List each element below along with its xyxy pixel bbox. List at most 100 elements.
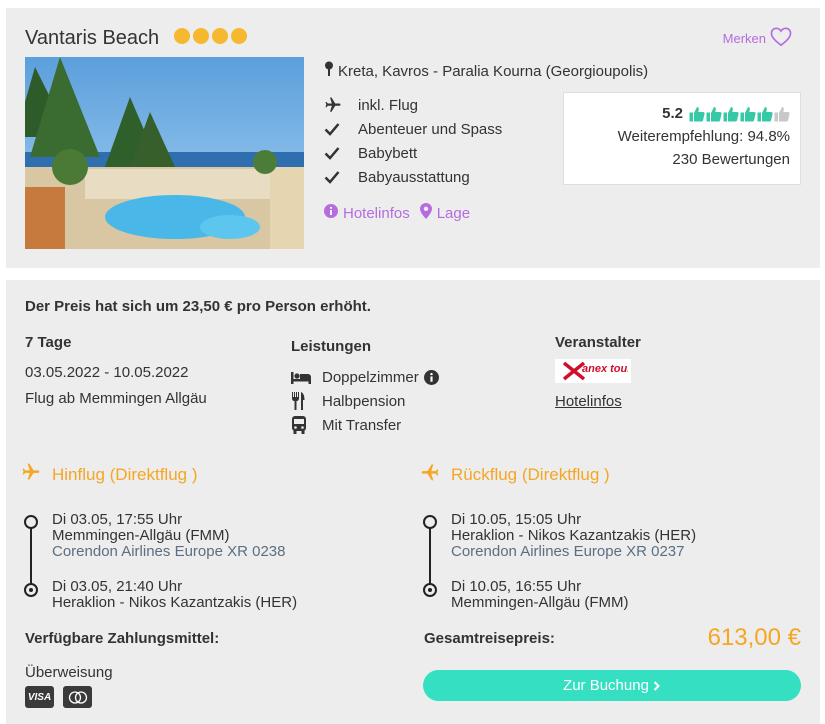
operator-section: Veranstalter anex tour Hotelinfos bbox=[555, 334, 641, 410]
mastercard-icon bbox=[63, 686, 92, 708]
timeline-line bbox=[429, 522, 431, 590]
lage-label: Lage bbox=[436, 204, 471, 222]
payment-heading: Verfügbare Zahlungsmittel: bbox=[25, 630, 220, 647]
dep-airport: Memmingen-Allgäu (FMM) bbox=[52, 527, 230, 544]
location-text: Kreta, Kavros - Paralia Kourna (Georgiou… bbox=[338, 62, 649, 80]
trip-departure: Flug ab Memmingen Allgäu bbox=[25, 390, 207, 407]
thumbs-up-icon bbox=[706, 106, 722, 122]
services-heading: Leistungen bbox=[291, 338, 372, 355]
thumbs-up-icon bbox=[689, 106, 705, 122]
lage-link[interactable]: Lage bbox=[419, 203, 471, 223]
rating-row: 5.2 bbox=[564, 105, 790, 122]
services-section: Leistungen Doppelzimmer Halbpension Mit … bbox=[291, 338, 439, 437]
rating-box: 5.2 Weiterempfehlung: 94.8% 230 Bewertun… bbox=[563, 92, 801, 185]
thumbs-up-icon bbox=[740, 106, 756, 122]
book-button[interactable]: Zur Buchung bbox=[423, 670, 801, 701]
heart-icon bbox=[770, 27, 792, 50]
star-icon bbox=[174, 28, 190, 44]
dep-time: Di 03.05, 17:55 Uhr bbox=[52, 511, 183, 528]
thumbs-up-icon bbox=[774, 106, 790, 122]
thumbs-up-icon bbox=[723, 106, 739, 122]
check-icon bbox=[324, 170, 358, 184]
hotel-photo[interactable] bbox=[25, 57, 304, 249]
outbound-heading: Hinflug (Direktflug ) bbox=[20, 462, 297, 487]
book-button-label: Zur Buchung bbox=[563, 677, 649, 694]
operator-hotelinfos-link[interactable]: Hotelinfos bbox=[555, 393, 641, 410]
review-count[interactable]: 230 Bewertungen bbox=[564, 151, 790, 168]
arr-time: Di 10.05, 16:55 Uhr bbox=[451, 578, 582, 595]
save-label: Merken bbox=[722, 31, 766, 46]
bed-icon bbox=[291, 370, 322, 384]
plane-icon bbox=[324, 96, 358, 114]
plane-icon bbox=[20, 462, 42, 487]
trip-dates: 03.05.2022 - 10.05.2022 bbox=[25, 364, 189, 381]
hotel-stars bbox=[174, 28, 247, 44]
service-label: Halbpension bbox=[322, 392, 406, 410]
hotelinfos-link[interactable]: Hotelinfos bbox=[324, 203, 410, 223]
timeline-line bbox=[30, 522, 32, 590]
total-price-label: Gesamtreisepreis: bbox=[424, 630, 555, 647]
info-icon[interactable] bbox=[423, 369, 439, 385]
star-icon bbox=[212, 28, 228, 44]
service-item: Halbpension bbox=[291, 389, 439, 413]
hotelinfos-label: Hotelinfos bbox=[343, 204, 410, 222]
timeline-start-dot bbox=[24, 515, 38, 529]
inbound-title: Rückflug (Direktflug ) bbox=[451, 464, 610, 484]
timeline-start-dot bbox=[423, 515, 437, 529]
bus-icon bbox=[291, 416, 322, 434]
feature-item: Babyausstattung bbox=[324, 165, 502, 189]
svg-text:anex tour: anex tour bbox=[582, 363, 628, 375]
plane-icon bbox=[419, 462, 441, 487]
service-item: Mit Transfer bbox=[291, 413, 439, 437]
operator-heading: Veranstalter bbox=[555, 334, 641, 351]
hotel-location: Kreta, Kavros - Paralia Kourna (Georgiou… bbox=[324, 61, 648, 81]
operator-logo: anex tour bbox=[555, 359, 631, 383]
hotel-features: inkl. Flug Abenteuer und Spass Babybett … bbox=[324, 93, 502, 189]
arr-airport: Memmingen-Allgäu (FMM) bbox=[451, 594, 629, 611]
outbound-timeline: Di 03.05, 17:55 Uhr Memmingen-Allgäu (FM… bbox=[20, 512, 297, 611]
hotel-card: Vantaris Beach Merken Kreta, Kavros - Pa… bbox=[6, 8, 820, 268]
feature-item: Babybett bbox=[324, 141, 502, 165]
timeline-end-dot bbox=[24, 583, 38, 597]
total-price: 613,00 € bbox=[707, 624, 801, 651]
pin-icon bbox=[324, 61, 334, 81]
airline: Corendon Airlines Europe XR 0238 bbox=[52, 543, 286, 560]
chevron-right-icon bbox=[653, 680, 661, 691]
outbound-flight: Hinflug (Direktflug ) Di 03.05, 17:55 Uh… bbox=[20, 462, 297, 630]
rating-thumbs bbox=[689, 106, 790, 122]
outbound-departure: Di 03.05, 17:55 Uhr Memmingen-Allgäu (FM… bbox=[52, 512, 297, 560]
recommendation-rate: Weiterempfehlung: 94.8% bbox=[617, 128, 790, 145]
feature-label: Babybett bbox=[358, 144, 418, 162]
arr-airport: Heraklion - Nikos Kazantzakis (HER) bbox=[52, 594, 298, 611]
service-item: Doppelzimmer bbox=[291, 365, 439, 389]
booking-card: Der Preis hat sich um 23,50 € pro Person… bbox=[6, 280, 820, 724]
check-icon bbox=[324, 146, 358, 160]
outbound-title: Hinflug (Direktflug ) bbox=[52, 464, 198, 484]
feature-label: Babyausstattung bbox=[358, 168, 470, 186]
dep-time: Di 10.05, 15:05 Uhr bbox=[451, 511, 582, 528]
service-label: Mit Transfer bbox=[322, 416, 402, 434]
rating-score: 5.2 bbox=[662, 105, 683, 122]
payment-cards: VISA bbox=[25, 686, 92, 708]
cutlery-icon bbox=[291, 392, 322, 410]
hotel-name[interactable]: Vantaris Beach bbox=[25, 27, 159, 50]
payment-method: Überweisung bbox=[25, 664, 113, 681]
save-button[interactable]: Merken bbox=[723, 27, 792, 50]
thumbs-up-icon bbox=[757, 106, 773, 122]
feature-label: inkl. Flug bbox=[358, 96, 419, 114]
arr-time: Di 03.05, 21:40 Uhr bbox=[52, 578, 183, 595]
trip-duration: 7 Tage bbox=[25, 334, 72, 351]
feature-item: inkl. Flug bbox=[324, 93, 502, 117]
star-icon bbox=[193, 28, 209, 44]
inbound-flight: Rückflug (Direktflug ) Di 10.05, 15:05 U… bbox=[419, 462, 696, 630]
hotel-links: Hotelinfos Lage bbox=[324, 203, 470, 223]
dep-airport: Heraklion - Nikos Kazantzakis (HER) bbox=[451, 527, 697, 544]
visa-icon: VISA bbox=[25, 686, 54, 708]
feature-label: Abenteuer und Spass bbox=[358, 120, 503, 138]
feature-item: Abenteuer und Spass bbox=[324, 117, 502, 141]
map-pin-icon bbox=[419, 203, 432, 223]
info-icon bbox=[324, 204, 338, 222]
inbound-departure: Di 10.05, 15:05 Uhr Heraklion - Nikos Ka… bbox=[451, 512, 696, 560]
price-change-note: Der Preis hat sich um 23,50 € pro Person… bbox=[25, 298, 371, 315]
star-icon bbox=[231, 28, 247, 44]
